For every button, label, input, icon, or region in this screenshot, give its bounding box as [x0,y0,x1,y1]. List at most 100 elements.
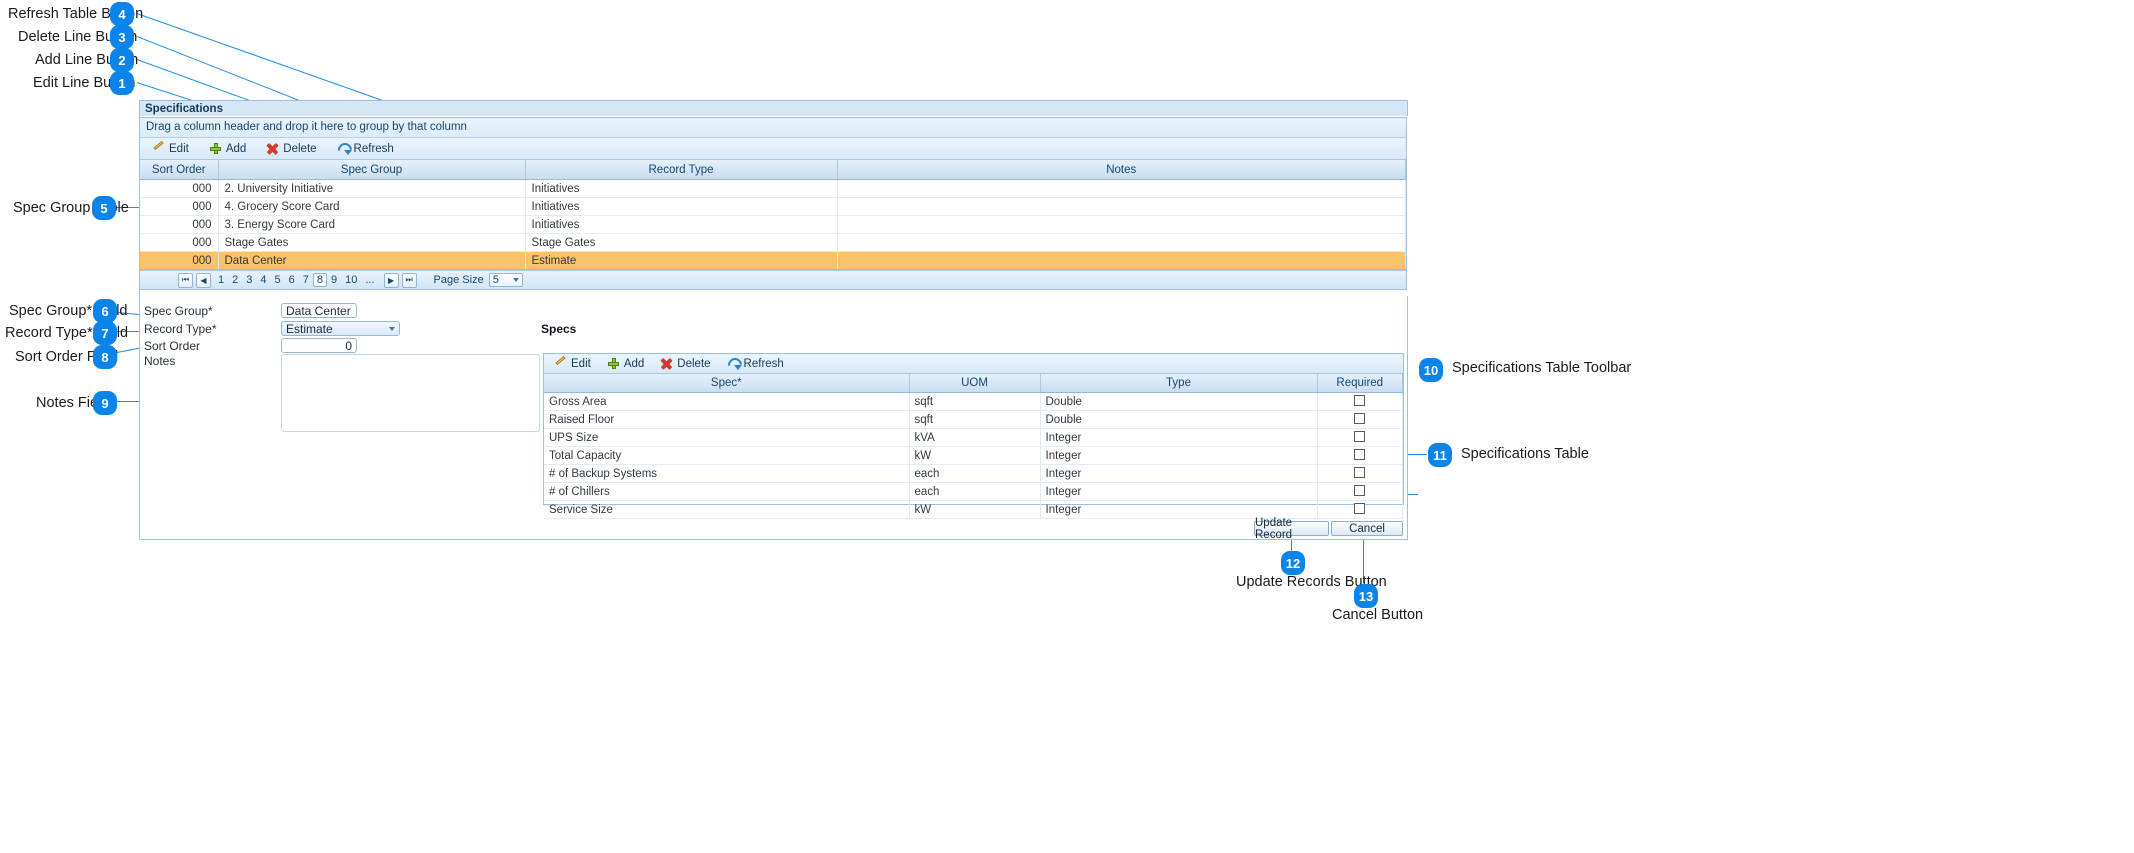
column-header-notes[interactable]: Notes [837,160,1406,180]
cell-type: Double [1040,392,1318,411]
group-by-dropzone[interactable]: Drag a column header and drop it here to… [140,118,1406,138]
cell-required [1317,464,1403,483]
column-header-record-type[interactable]: Record Type [525,160,838,180]
table-row[interactable]: 000 2. University Initiative Initiatives [140,179,1406,198]
refresh-table-button[interactable]: Refresh [337,142,394,155]
specifications-grid: Edit Add Delete Refresh Spec* UOM Type R… [543,353,1404,519]
cell-required [1317,446,1403,465]
table-row[interactable]: 000 3. Energy Score Card Initiatives [140,215,1406,234]
cell-sort-order: 000 [140,251,219,270]
table-row-selected[interactable]: 000 Data Center Estimate [140,251,1406,270]
first-page-button[interactable]: ⏮ [178,272,193,288]
annotation-badge-4: 4 [110,2,134,26]
annotation-badge-12: 12 [1281,551,1305,575]
page-button-9[interactable]: 9 [327,274,341,286]
notes-field-label: Notes [144,354,176,368]
specs-delete-label: Delete [677,357,711,370]
table-header-row: Sort Order Spec Group Record Type Notes [140,160,1406,180]
edit-line-button[interactable]: Edit [152,142,189,155]
required-checkbox[interactable] [1354,502,1366,514]
page-button-2[interactable]: 2 [228,274,242,286]
column-header-required[interactable]: Required [1317,374,1403,393]
record-type-select[interactable]: Estimate [281,321,400,336]
cell-uom: kW [909,500,1041,519]
page-button-4[interactable]: 4 [256,274,270,286]
sort-order-input[interactable] [281,338,357,353]
annotation-label-11: Specifications Table [1461,446,1589,462]
update-record-button[interactable]: Update Record [1254,517,1329,541]
notes-textarea[interactable] [281,354,540,432]
previous-page-button[interactable]: ◀ [196,272,211,288]
table-row[interactable]: 000 Stage Gates Stage Gates [140,233,1406,252]
specs-refresh-label: Refresh [743,357,784,370]
required-checkbox[interactable] [1354,394,1366,406]
cell-uom: sqft [909,410,1041,429]
delete-line-label: Delete [283,142,317,155]
spec-group-table: Sort Order Spec Group Record Type Notes … [140,160,1406,270]
cell-record-type: Initiatives [525,197,838,216]
cancel-button[interactable]: Cancel [1331,521,1403,536]
annotation-badge-7: 7 [93,321,117,345]
page-button-7[interactable]: 7 [299,274,313,286]
page-button-8-active[interactable]: 8 [312,273,327,287]
page-size-select[interactable]: 5 [488,273,523,287]
table-row[interactable]: UPS Size kVA Integer [544,428,1403,447]
required-checkbox[interactable] [1354,466,1366,478]
required-checkbox[interactable] [1354,430,1366,442]
specifications-table-toolbar: Edit Add Delete Refresh [544,354,1403,374]
table-row[interactable]: Total Capacity kW Integer [544,446,1403,465]
column-header-spec-group[interactable]: Spec Group [218,160,526,180]
cell-record-type: Initiatives [525,179,838,198]
table-row[interactable]: # of Backup Systems each Integer [544,464,1403,483]
column-header-spec[interactable]: Spec* [544,374,910,393]
required-checkbox[interactable] [1354,448,1366,460]
cell-record-type: Estimate [525,251,838,270]
page-ellipsis[interactable]: ... [361,274,378,286]
add-line-button[interactable]: Add [209,142,246,155]
record-type-field-label: Record Type* [144,322,217,336]
specs-add-button[interactable]: Add [607,357,644,370]
chevron-down-icon [512,278,519,282]
add-line-label: Add [225,142,247,155]
table-row[interactable]: # of Chillers each Integer [544,482,1403,501]
page-button-5[interactable]: 5 [271,274,285,286]
table-row[interactable]: 000 4. Grocery Score Card Initiatives [140,197,1406,216]
cell-sort-order: 000 [140,197,219,216]
spec-group-input[interactable] [281,303,357,318]
specs-edit-label: Edit [571,357,591,370]
page-button-6[interactable]: 6 [285,274,299,286]
annotation-badge-2: 2 [110,48,134,72]
cell-type: Integer [1040,446,1318,465]
cell-uom: kW [909,446,1041,465]
cell-sort-order: 000 [140,215,219,234]
cell-type: Integer [1040,482,1318,501]
annotation-badge-9: 9 [93,391,117,415]
delete-line-button[interactable]: Delete [266,142,316,155]
x-cross-icon [266,142,279,155]
table-row[interactable]: Raised Floor sqft Double [544,410,1403,429]
specs-add-label: Add [623,357,645,370]
last-page-button[interactable]: ⏭ [401,272,417,288]
specs-delete-button[interactable]: Delete [660,357,710,370]
cell-spec: Raised Floor [544,410,910,429]
column-header-uom[interactable]: UOM [909,374,1041,393]
specs-edit-button[interactable]: Edit [554,357,591,370]
pagination-bar: ⏮ ◀ 1 2 3 4 5 6 7 8 9 10 ... ▶ ⏭ Page Si… [140,270,1406,289]
refresh-table-label: Refresh [353,142,394,155]
page-button-1[interactable]: 1 [214,274,228,286]
next-page-button[interactable]: ▶ [383,272,399,288]
cell-uom: sqft [909,392,1041,411]
cell-type: Integer [1040,464,1318,483]
page-button-3[interactable]: 3 [242,274,256,286]
required-checkbox[interactable] [1354,412,1366,424]
leader-line-11 [1407,454,1427,455]
plus-icon [209,142,222,155]
column-header-sort-order[interactable]: Sort Order [140,160,219,180]
table-row[interactable]: Gross Area sqft Double [544,392,1403,411]
column-header-type[interactable]: Type [1040,374,1318,393]
annotation-badge-6: 6 [93,299,117,323]
annotation-badge-11: 11 [1428,443,1452,467]
page-button-10[interactable]: 10 [341,274,361,286]
specs-refresh-button[interactable]: Refresh [727,357,784,370]
required-checkbox[interactable] [1354,484,1366,496]
